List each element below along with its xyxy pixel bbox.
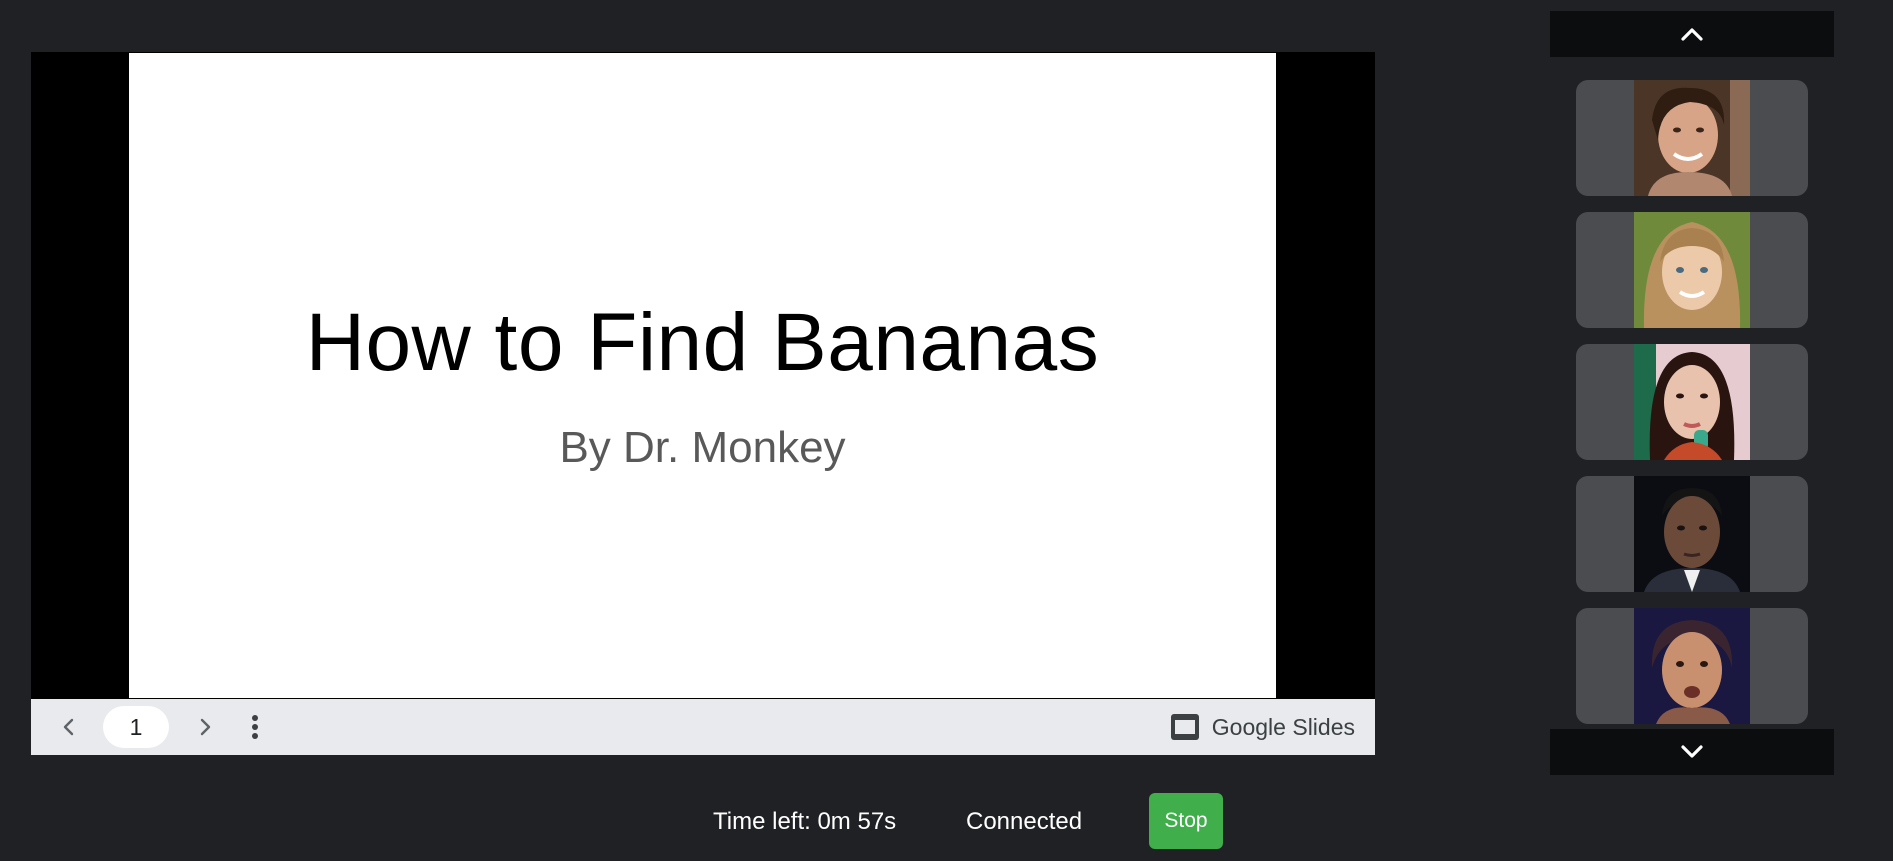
participant-tile[interactable] <box>1576 80 1808 196</box>
slides-controls-bar: 1 Google Slides <box>31 699 1375 755</box>
slide-title: How to Find Bananas <box>305 297 1100 388</box>
participant-avatar <box>1634 344 1750 460</box>
time-left-label: Time left: 0m 57s <box>713 808 897 835</box>
participant-tile[interactable] <box>1576 476 1808 592</box>
connection-status: Connected <box>966 808 1083 835</box>
next-slide-button[interactable] <box>185 707 225 747</box>
chevron-right-icon <box>200 718 211 736</box>
slide: How to Find Bananas By Dr. Monkey <box>129 53 1276 698</box>
participant-avatar <box>1634 80 1750 196</box>
more-options-button[interactable] <box>235 707 275 747</box>
stop-button[interactable]: Stop <box>1149 793 1223 849</box>
more-vert-icon <box>252 715 258 739</box>
google-slides-link[interactable]: Google Slides <box>1170 713 1355 741</box>
slides-logo-icon <box>1170 714 1199 740</box>
slide-subtitle: By Dr. Monkey <box>559 423 846 472</box>
scroll-up-button[interactable] <box>1550 11 1834 57</box>
scroll-down-button[interactable] <box>1550 729 1834 775</box>
participant-avatar <box>1634 212 1750 328</box>
participant-strip <box>1550 11 1834 775</box>
presentation-viewer: How to Find Bananas By Dr. Monkey 1 Goog… <box>31 52 1375 755</box>
participant-tile[interactable] <box>1576 212 1808 328</box>
participant-tile[interactable] <box>1576 608 1808 724</box>
participant-tile[interactable] <box>1576 344 1808 460</box>
participant-avatar <box>1634 476 1750 592</box>
previous-slide-button[interactable] <box>49 707 89 747</box>
page-number-field[interactable]: 1 <box>103 706 169 748</box>
chevron-left-icon <box>63 718 74 736</box>
status-bar: Time left: 0m 57s Connected Stop <box>0 793 1893 849</box>
participant-avatar <box>1634 608 1750 724</box>
chevron-down-icon <box>1681 745 1703 758</box>
brand-label: Google Slides <box>1211 713 1355 740</box>
chevron-up-icon <box>1681 28 1703 41</box>
